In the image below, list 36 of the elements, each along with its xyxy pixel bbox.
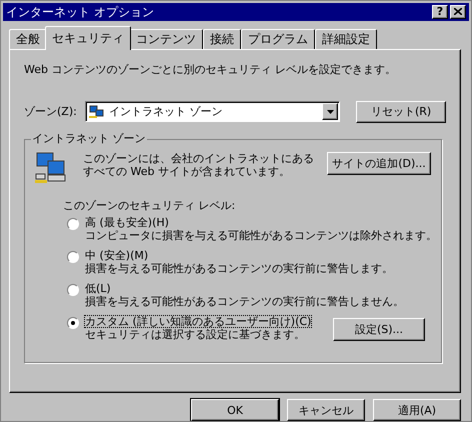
zone-label: ゾーン(Z): [24, 106, 77, 118]
close-button[interactable] [450, 4, 466, 19]
level-option[interactable]: カスタム (詳しい知識のあるユーザー向け)(C) [85, 316, 312, 327]
settings-button[interactable]: 設定(S)... [333, 318, 425, 341]
dialog-button[interactable]: OK [191, 399, 279, 421]
level-description: セキュリティは選択する設定に基づきます。 [85, 328, 306, 340]
radio-button[interactable] [67, 316, 79, 329]
dialog-button[interactable]: 適用(A) [373, 399, 461, 421]
window-title: インターネット オプション [6, 6, 154, 18]
tab[interactable]: コンテンツ [129, 28, 203, 49]
add-site-button[interactable]: サイトの追加(D)... [327, 152, 431, 175]
tab[interactable]: プログラム [241, 28, 315, 49]
tab[interactable]: 接続 [203, 28, 241, 49]
level-label: このゾーンのセキュリティ レベル: [63, 200, 236, 211]
level-description: コンピュータに損害を与える可能性があるコンテンツは除外されます。 [85, 230, 437, 241]
radio-button[interactable] [67, 218, 79, 230]
level-option[interactable]: 高 (最も安全)(H) [85, 216, 437, 228]
dialog-button[interactable]: キャンセル [287, 399, 365, 421]
network-computers-icon [88, 104, 105, 119]
tab[interactable]: セキュリティ [45, 26, 131, 50]
zone-dropdown[interactable]: イントラネット ゾーン [84, 101, 340, 122]
zone-description: このゾーンには、会社のイントラネットにあるすべての Web サイトが含まれています。 [83, 152, 315, 178]
reset-button[interactable]: リセット(R) [356, 100, 446, 123]
level-description: 損害を与える可能性があるコンテンツの実行前に警告します。 [85, 262, 393, 274]
radio-button[interactable] [67, 284, 79, 296]
radio-button[interactable] [67, 250, 79, 263]
group-title: イントラネット ゾーン [31, 132, 146, 144]
tab[interactable]: 全般 [9, 28, 47, 49]
zone-value: イントラネット ゾーン [108, 106, 224, 118]
description-text: Web コンテンツのゾーンごとに別のセキュリティ レベルを設定できます。 [24, 64, 397, 75]
level-option[interactable]: 低(L) [85, 282, 404, 294]
close-icon [454, 8, 462, 16]
level-option[interactable]: 中 (安全)(M) [85, 250, 393, 261]
tab[interactable]: 詳細設定 [315, 28, 377, 49]
help-button[interactable]: ? [432, 4, 448, 19]
level-description: 損害を与える可能性があるコンテンツの実行前に警告しません。 [85, 296, 404, 307]
